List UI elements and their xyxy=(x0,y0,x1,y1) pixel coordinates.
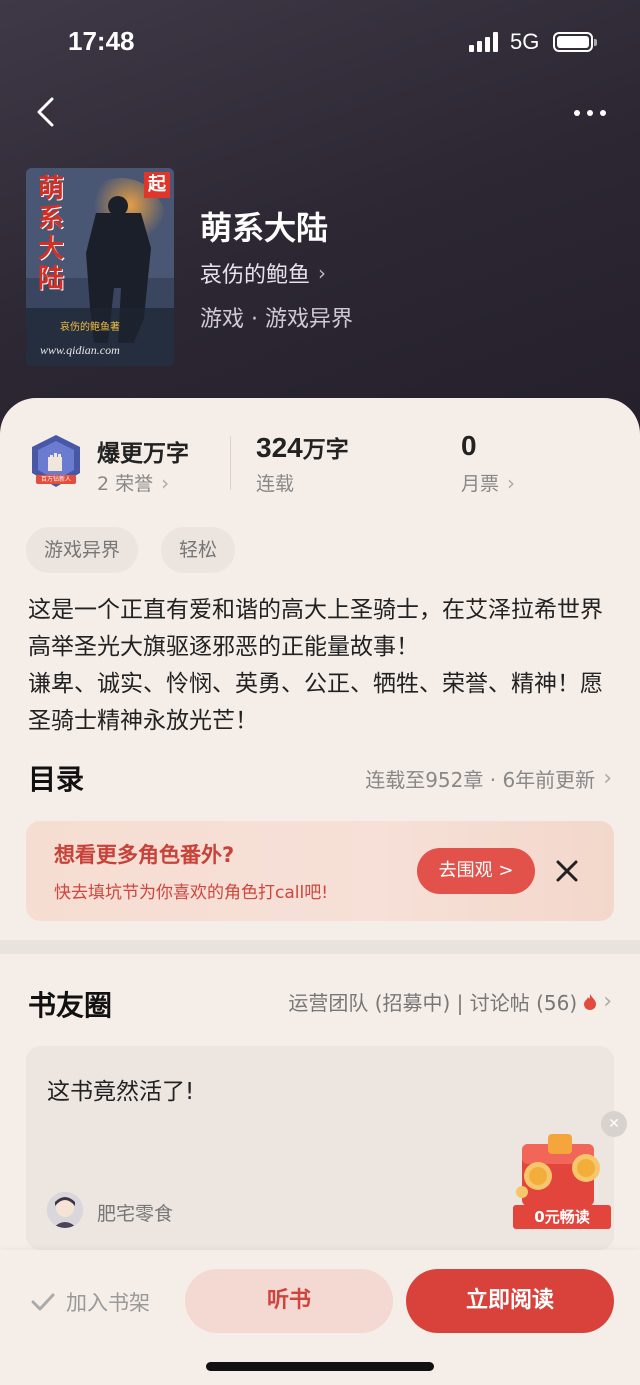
toc-title: 目录 xyxy=(28,763,85,796)
honor-count-link[interactable]: 2 荣誉 › xyxy=(97,469,169,496)
monthly-ticket-label: 月票 xyxy=(461,473,500,495)
listen-button[interactable]: 听书 xyxy=(185,1269,393,1333)
chevron-right-icon: › xyxy=(603,989,612,1014)
serial-status: 连载 xyxy=(256,473,295,495)
post-username: 肥宅零食 xyxy=(97,1203,174,1225)
read-now-button[interactable]: 立即阅读 xyxy=(406,1269,614,1333)
chevron-right-icon: › xyxy=(507,470,516,495)
close-icon xyxy=(556,860,578,882)
tag-chip[interactable]: 游戏异界 xyxy=(26,527,139,573)
avatar[interactable] xyxy=(47,1192,83,1228)
cover-author-line: 哀伤的鲍鱼著 xyxy=(60,322,120,333)
banner-go-button[interactable]: 去围观 > xyxy=(417,848,535,894)
circle-meta: 运营团队 (招募中) | 讨论帖 (56) xyxy=(288,991,578,1015)
cover-url: www.qidian.com xyxy=(40,343,120,357)
monthly-ticket-count: 0 xyxy=(461,430,477,461)
cover-badge: 起 xyxy=(144,172,170,198)
honor-badge-icon[interactable]: 百万钻新人 xyxy=(28,433,84,489)
more-button[interactable] xyxy=(572,100,608,126)
chevron-right-icon: › xyxy=(161,470,170,495)
circle-title: 书友圈 xyxy=(28,989,113,1022)
description-paragraph: 谦卑、诚实、怜悯、英勇、公正、牺牲、荣誉、精神！愿圣骑士精神永放光芒！ xyxy=(28,671,603,734)
add-to-shelf-button[interactable]: 加入书架 xyxy=(30,1287,150,1317)
honor-title: 爆更万字 xyxy=(97,441,189,467)
monthly-ticket-link[interactable]: 月票 › xyxy=(461,469,515,496)
status-bar: 17:48 5G xyxy=(0,0,640,86)
banner-title: 想看更多角色番外? xyxy=(54,843,235,867)
promo-label: 0元畅读 xyxy=(513,1205,611,1229)
banner-close-button[interactable] xyxy=(553,857,581,885)
honor-count: 2 荣誉 xyxy=(97,473,154,495)
back-button[interactable] xyxy=(30,95,64,129)
book-genre: 游戏 · 游戏异界 xyxy=(200,307,353,332)
check-icon xyxy=(31,1293,55,1311)
circle-meta-link[interactable]: 运营团队 (招募中) | 讨论帖 (56) › xyxy=(288,987,612,1016)
toc-link[interactable]: 连载至952章 · 6年前更新 › xyxy=(365,764,612,793)
network-label: 5G xyxy=(510,29,540,54)
status-time: 17:48 xyxy=(68,26,135,56)
cover-title: 萌 系 大 陆 xyxy=(38,174,65,294)
signal-icon xyxy=(469,32,501,52)
tag-chip[interactable]: 轻松 xyxy=(161,527,236,573)
add-to-shelf-label: 加入书架 xyxy=(66,1291,150,1315)
author-link[interactable]: 哀伤的鲍鱼 › xyxy=(200,257,326,289)
battery-icon xyxy=(553,32,597,52)
chevron-right-icon: › xyxy=(603,766,612,791)
book-title: 萌系大陆 xyxy=(200,209,329,247)
book-cover[interactable]: 萌 系 大 陆 起 哀伤的鲍鱼著 www.qidian.com xyxy=(26,168,174,366)
stat-divider xyxy=(230,436,231,490)
author-name: 哀伤的鲍鱼 xyxy=(200,263,311,288)
word-count: 324万字 xyxy=(256,432,349,463)
banner-subtitle: 快去填坑节为你喜欢的角色打call吧! xyxy=(54,883,329,903)
post-text: 这书竟然活了! xyxy=(47,1079,195,1105)
chevron-left-icon xyxy=(37,97,54,127)
chevron-right-icon: › xyxy=(318,261,327,285)
section-divider xyxy=(0,940,640,954)
fire-icon xyxy=(584,993,597,1010)
book-description[interactable]: 这是一个正直有爱和谐的高大上圣骑士，在艾泽拉希世界高举圣光大旗驱逐邪恶的正能量故… xyxy=(28,592,612,740)
description-paragraph: 这是一个正直有爱和谐的高大上圣骑士，在艾泽拉希世界高举圣光大旗驱逐邪恶的正能量故… xyxy=(28,597,603,660)
promo-close-button[interactable]: ✕ xyxy=(601,1111,627,1137)
toc-meta: 连载至952章 · 6年前更新 xyxy=(365,768,596,792)
home-indicator xyxy=(206,1362,434,1371)
honor-badge-text: 百万钻新人 xyxy=(40,476,71,483)
